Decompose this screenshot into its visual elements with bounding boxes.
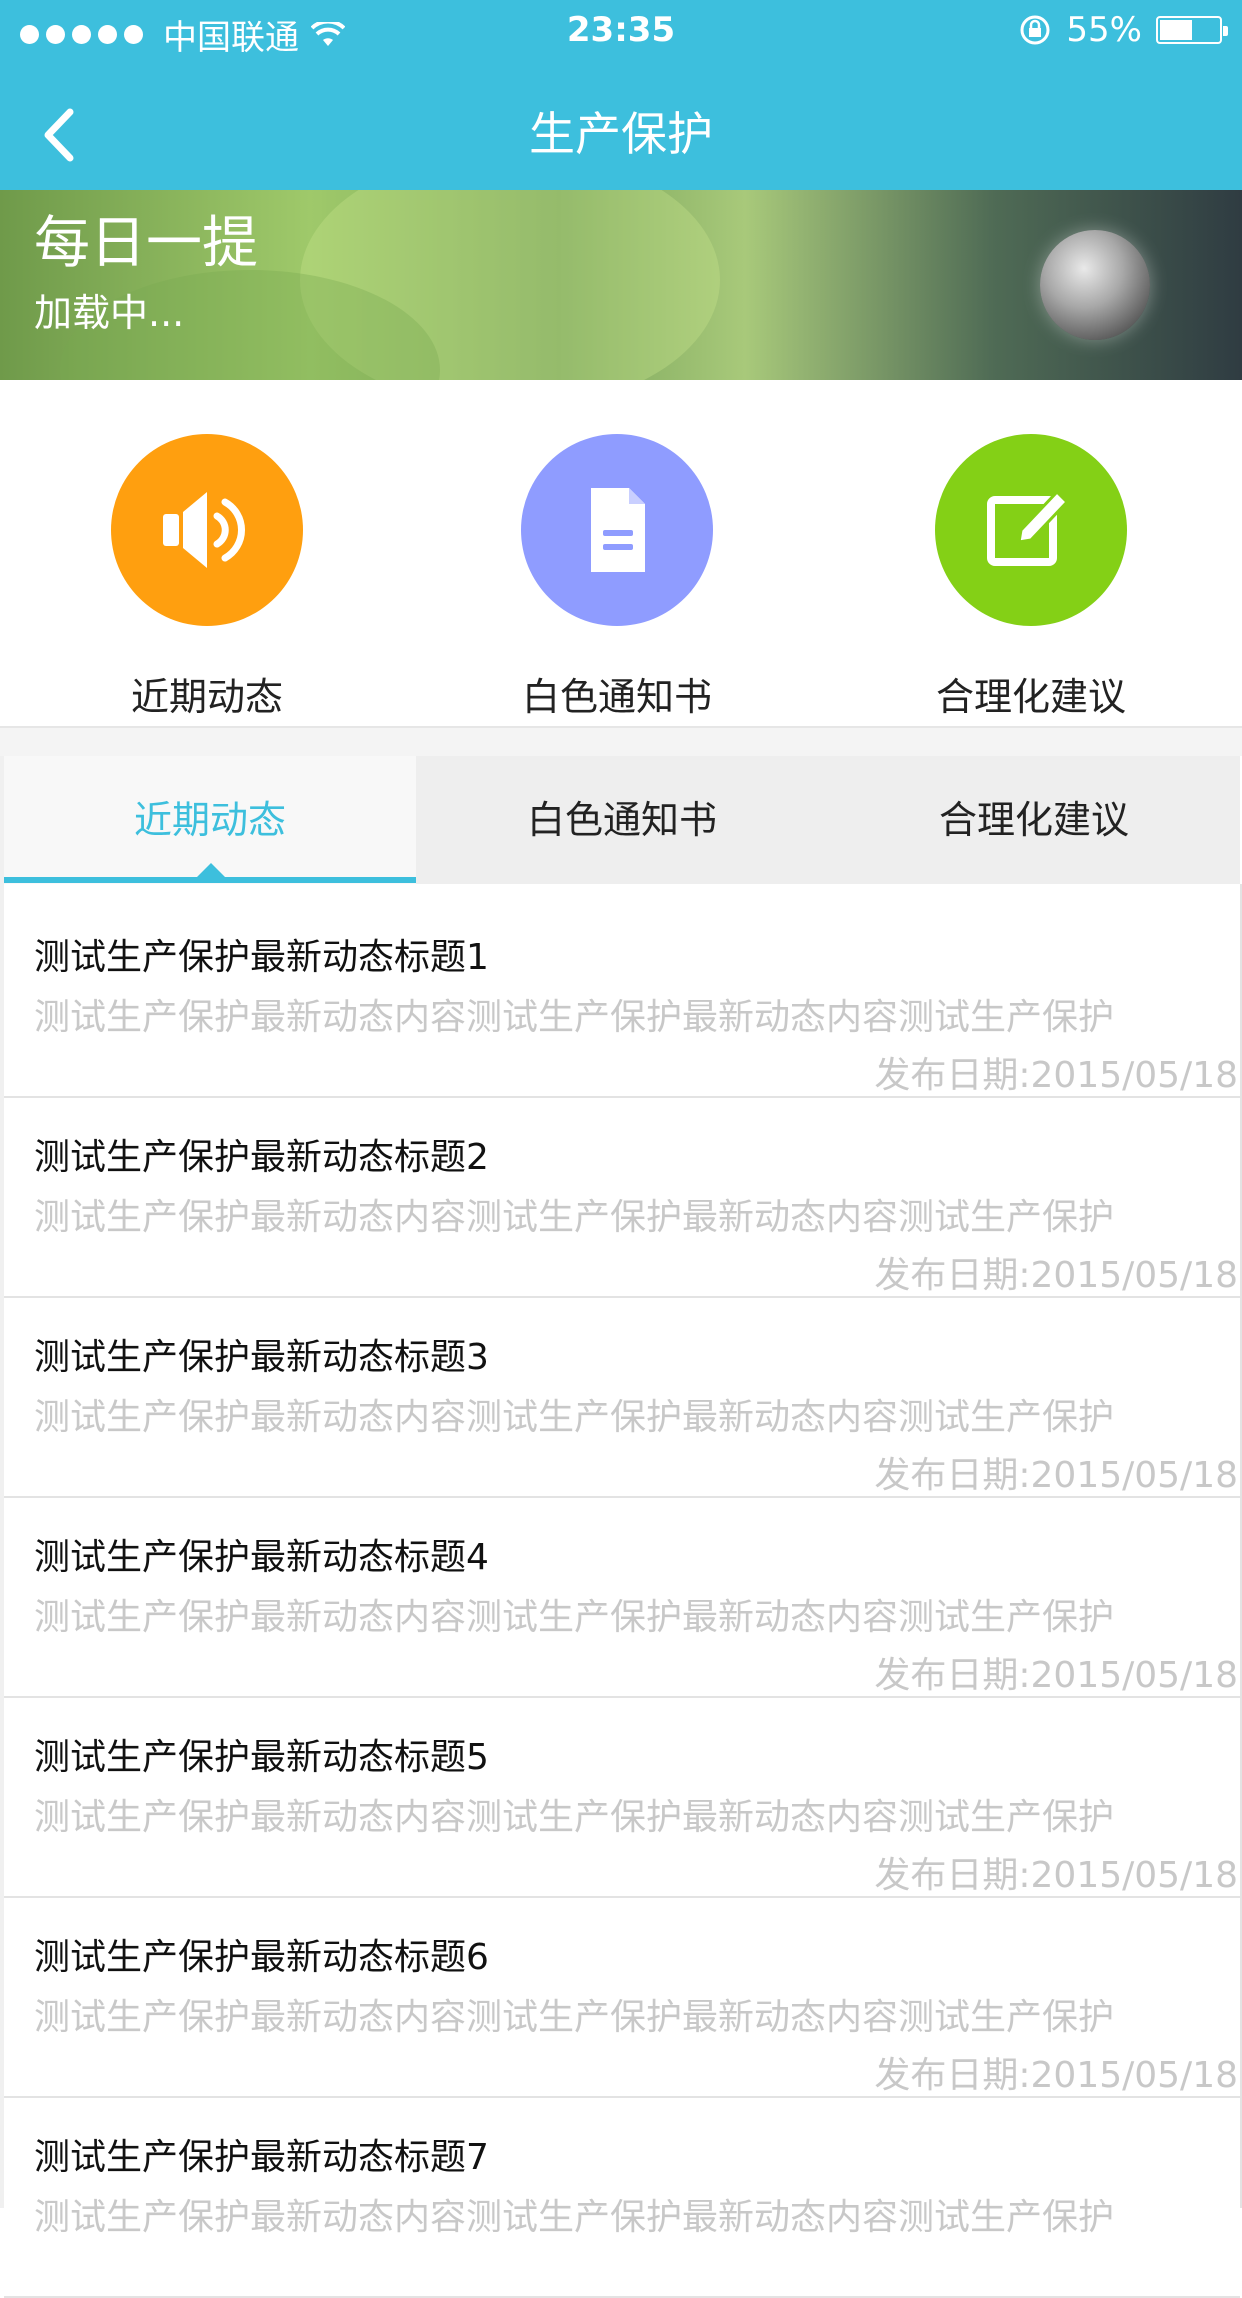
news-list: 测试生产保护最新动态标题1 测试生产保护最新动态内容测试生产保护最新动态内容测试生… bbox=[4, 898, 1240, 2298]
tab-bar: 近期动态 白色通知书 合理化建议 bbox=[4, 756, 1240, 884]
status-bar: 中国联通 23:35 55% bbox=[0, 0, 1242, 64]
news-content: 测试生产保护最新动态内容测试生产保护最新动态内容测试生产保护 bbox=[34, 2197, 1115, 2238]
news-date: 发布日期:2015/05/18 bbox=[874, 1655, 1238, 1696]
news-item[interactable]: 测试生产保护最新动态标题2 测试生产保护最新动态内容测试生产保护最新动态内容测试生… bbox=[4, 1098, 1240, 1298]
battery-percent: 55% bbox=[1066, 10, 1142, 50]
rotation-lock-icon bbox=[1020, 15, 1050, 45]
battery-fill bbox=[1160, 20, 1192, 40]
news-date: 发布日期:2015/05/18 bbox=[874, 1455, 1238, 1496]
news-content: 测试生产保护最新动态内容测试生产保护最新动态内容测试生产保护 bbox=[34, 1197, 1115, 1238]
daily-tip-banner[interactable]: 每日一提 加载中... bbox=[0, 190, 1242, 380]
shortcut-label: 合理化建议 bbox=[935, 675, 1126, 719]
news-title: 测试生产保护最新动态标题3 bbox=[34, 1337, 489, 1378]
news-item[interactable]: 测试生产保护最新动态标题3 测试生产保护最新动态内容测试生产保护最新动态内容测试生… bbox=[4, 1298, 1240, 1498]
news-item[interactable]: 测试生产保护最新动态标题6 测试生产保护最新动态内容测试生产保护最新动态内容测试生… bbox=[4, 1898, 1240, 2098]
news-item[interactable]: 测试生产保护最新动态标题5 测试生产保护最新动态内容测试生产保护最新动态内容测试生… bbox=[4, 1698, 1240, 1898]
news-content: 测试生产保护最新动态内容测试生产保护最新动态内容测试生产保护 bbox=[34, 1397, 1115, 1438]
news-content: 测试生产保护最新动态内容测试生产保护最新动态内容测试生产保护 bbox=[34, 1997, 1115, 2038]
status-right: 55% bbox=[1018, 10, 1228, 50]
news-title: 测试生产保护最新动态标题2 bbox=[34, 1137, 489, 1178]
page-title: 生产保护 bbox=[529, 107, 713, 161]
news-content: 测试生产保护最新动态内容测试生产保护最新动态内容测试生产保护 bbox=[34, 1797, 1115, 1838]
news-date: 发布日期:2015/05/18 bbox=[874, 1855, 1238, 1896]
news-date: 发布日期:2015/05/18 bbox=[874, 2055, 1238, 2096]
tab-caret-icon bbox=[196, 863, 226, 878]
news-title: 测试生产保护最新动态标题7 bbox=[34, 2137, 489, 2178]
shortcut-label: 近期动态 bbox=[130, 675, 283, 719]
document-icon bbox=[521, 434, 713, 626]
banner-title: 每日一提 bbox=[34, 211, 258, 276]
shortcut-label: 白色通知书 bbox=[521, 675, 712, 719]
news-title: 测试生产保护最新动态标题6 bbox=[34, 1937, 489, 1978]
banner-subtitle: 加载中... bbox=[34, 291, 185, 335]
news-title: 测试生产保护最新动态标题1 bbox=[34, 937, 489, 978]
news-content: 测试生产保护最新动态内容测试生产保护最新动态内容测试生产保护 bbox=[34, 1597, 1115, 1638]
battery-icon bbox=[1156, 16, 1228, 44]
edit-icon bbox=[935, 434, 1127, 626]
top-bar: 中国联通 23:35 55% 生产保护 bbox=[0, 0, 1242, 190]
speaker-icon bbox=[111, 434, 303, 626]
shortcut-suggestions[interactable]: 合理化建议 bbox=[881, 434, 1181, 721]
news-item[interactable]: 测试生产保护最新动态标题4 测试生产保护最新动态内容测试生产保护最新动态内容测试生… bbox=[4, 1498, 1240, 1698]
news-content: 测试生产保护最新动态内容测试生产保护最新动态内容测试生产保护 bbox=[34, 997, 1115, 1038]
news-date: 发布日期:2015/05/18 bbox=[874, 1055, 1238, 1096]
tab-suggestions[interactable]: 合理化建议 bbox=[828, 756, 1240, 884]
news-item[interactable]: 测试生产保护最新动态标题7 测试生产保护最新动态内容测试生产保护最新动态内容测试生… bbox=[4, 2098, 1240, 2298]
moon-image bbox=[1040, 230, 1150, 340]
news-title: 测试生产保护最新动态标题5 bbox=[34, 1737, 489, 1778]
shortcut-white-notice[interactable]: 白色通知书 bbox=[467, 434, 767, 721]
news-date: 发布日期:2015/05/18 bbox=[874, 1255, 1238, 1296]
news-item[interactable]: 测试生产保护最新动态标题1 测试生产保护最新动态内容测试生产保护最新动态内容测试生… bbox=[4, 898, 1240, 1098]
shortcut-grid: 近期动态 白色通知书 合理化建议 bbox=[0, 380, 1242, 726]
tab-white-notice[interactable]: 白色通知书 bbox=[416, 756, 828, 884]
section-divider bbox=[0, 726, 1242, 756]
shortcut-recent-news[interactable]: 近期动态 bbox=[57, 434, 357, 721]
news-title: 测试生产保护最新动态标题4 bbox=[34, 1537, 489, 1578]
